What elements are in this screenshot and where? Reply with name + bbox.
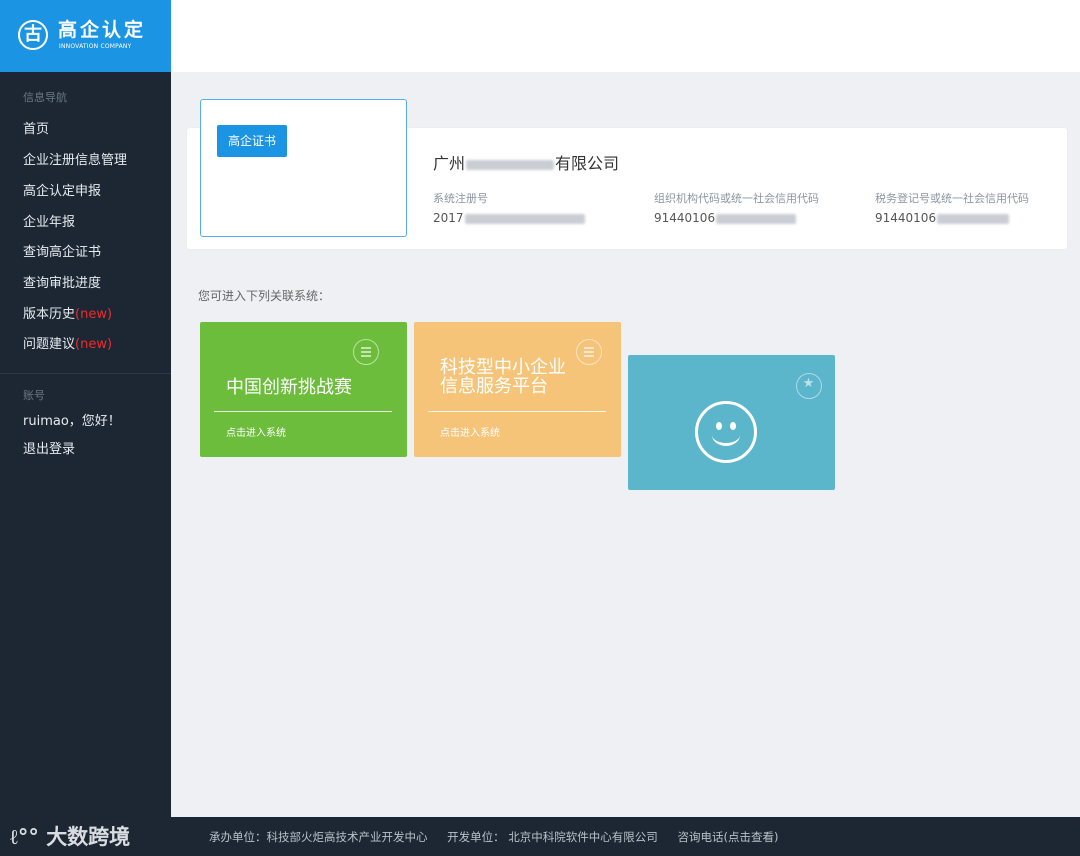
logo[interactable]: 古 高企认定 INNOVATION COMPANY [0,0,171,72]
tile-enter-link[interactable]: 点击进入系统 [440,428,500,440]
logo-title: 高企认定 [58,19,147,41]
sidebar-item-label: 高企认定申报 [23,184,102,199]
sidebar-item-home[interactable]: 首页 [23,122,49,138]
certificate-panel [200,99,407,237]
badge-icon [796,373,822,399]
certificate-button[interactable]: 高企证书 [217,125,287,157]
new-badge: (new) [75,337,113,352]
tile-divider [214,411,392,412]
account-section-title: 账号 [23,389,45,402]
sidebar-item-label: 企业注册信息管理 [23,153,128,168]
tax-no-label: 税务登记号或统一社会信用代码 [875,192,1029,205]
sidebar: 古 高企认定 INNOVATION COMPANY 信息导航 首页 企业注册信息… [0,0,171,856]
company-name: 广州 有限公司 [433,154,620,173]
footer-organizer: 承办单位：科技部火炬高技术产业开发中心 [209,830,428,844]
logo-icon: 古 [18,20,48,50]
list-icon [353,339,379,365]
registration-no-value: 2017 [433,211,586,225]
sidebar-divider [0,373,171,374]
tile-title: 中国创新挑战赛 [226,377,352,398]
sidebar-item-version-history[interactable]: 版本历史(new) [23,307,112,323]
sidebar-item-approval-progress[interactable]: 查询审批进度 [23,276,101,292]
sidebar-item-label: 问题建议 [23,337,76,352]
logout-link[interactable]: 退出登录 [23,442,75,458]
tile-sme-service-platform[interactable]: 科技型中小企业 信息服务平台 点击进入系统 [414,322,621,457]
sidebar-item-label: 版本历史 [23,307,76,322]
smiley-icon [695,401,757,463]
sidebar-item-label: 企业年报 [23,215,76,230]
sidebar-item-certification-apply[interactable]: 高企认定申报 [23,184,101,200]
user-greeting: ruimao，您好！ [23,414,121,429]
watermark-logo: ℓ°° 大数跨境 [10,824,131,849]
top-bar [171,0,1080,72]
new-badge: (new) [75,307,113,322]
org-code-label: 组织机构代码或统一社会信用代码 [654,192,819,205]
tax-no-value: 91440106 [875,211,1010,225]
footer-developer: 开发单位： 北京中科院软件中心有限公司 [447,830,658,844]
related-systems-label: 您可进入下列关联系统： [198,289,331,303]
sidebar-item-label: 首页 [23,122,50,137]
sidebar-item-annual-report[interactable]: 企业年报 [23,215,75,231]
sidebar-item-feedback[interactable]: 问题建议(new) [23,337,112,353]
footer: 承办单位：科技部火炬高技术产业开发中心 开发单位： 北京中科院软件中心有限公司 … [171,817,1080,856]
tile-enter-link[interactable]: 点击进入系统 [226,428,286,440]
footer-hotline-link[interactable]: 咨询电话(点击查看) [677,830,778,844]
tile-title-line2: 信息服务平台 [440,376,548,397]
registration-no-label: 系统注册号 [433,192,488,205]
org-code-value: 91440106 [654,211,797,225]
footer-text: 承办单位：科技部火炬高技术产业开发中心 开发单位： 北京中科院软件中心有限公司 … [209,830,794,844]
list-icon [576,339,602,365]
tile-smiley[interactable] [628,355,835,490]
tile-title-line1: 科技型中小企业 [440,357,566,378]
sidebar-item-registration-info[interactable]: 企业注册信息管理 [23,153,127,169]
tile-divider [428,411,606,412]
sidebar-item-label: 查询高企证书 [23,245,102,260]
tile-innovation-challenge[interactable]: 中国创新挑战赛 点击进入系统 [200,322,407,457]
sidebar-item-label: 查询审批进度 [23,276,102,291]
logo-subtitle: INNOVATION COMPANY [59,43,132,50]
sidebar-item-query-certificate[interactable]: 查询高企证书 [23,245,101,261]
nav-section-title: 信息导航 [23,91,67,104]
